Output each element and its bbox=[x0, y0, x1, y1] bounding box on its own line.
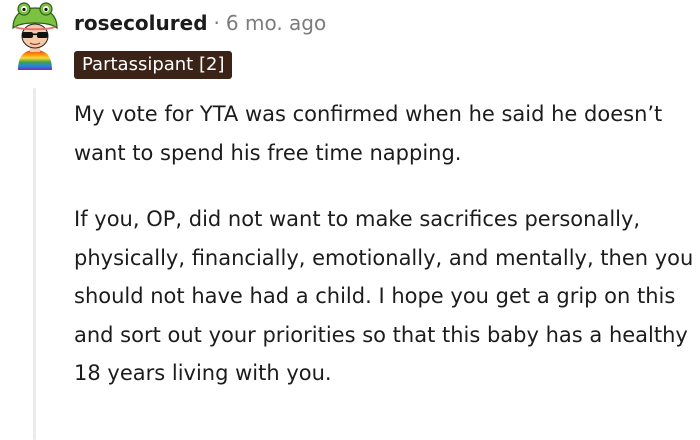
username-link[interactable]: rosecolured bbox=[74, 11, 208, 35]
user-flair-badge: Partassipant [2] bbox=[74, 51, 233, 79]
comment-meta: rosecolured · 6 mo. ago bbox=[74, 8, 326, 38]
avatar[interactable] bbox=[8, 2, 62, 70]
comment-paragraph: My vote for YTA was confirmed when he sa… bbox=[74, 102, 663, 165]
meta-separator: · bbox=[213, 11, 220, 35]
comment: rosecolured · 6 mo. ago Partassipant [2]… bbox=[0, 0, 700, 440]
comment-paragraph: If you, OP, did not want to make sacrifi… bbox=[74, 207, 694, 385]
frog-hat-sunglasses-avatar-icon bbox=[12, 2, 58, 70]
comment-body: My vote for YTA was confirmed when he sa… bbox=[74, 95, 696, 393]
timestamp-link[interactable]: 6 mo. ago bbox=[226, 11, 326, 35]
thread-line[interactable] bbox=[33, 88, 36, 440]
